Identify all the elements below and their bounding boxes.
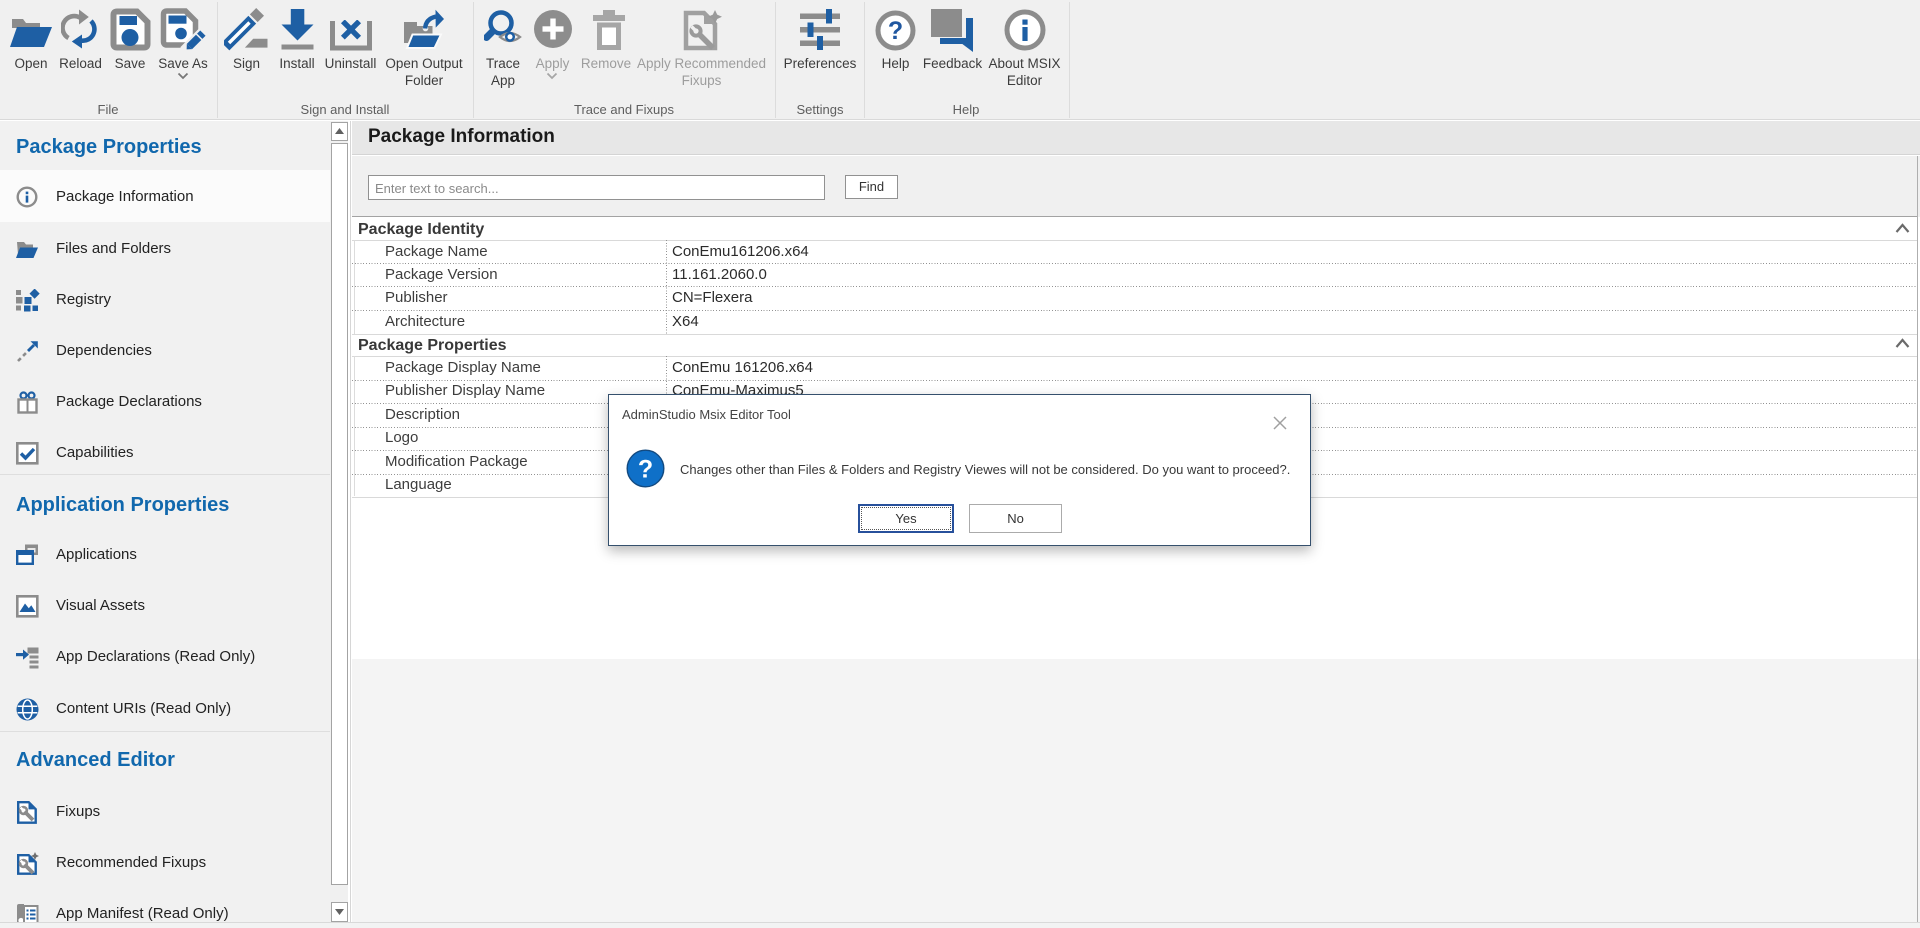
svg-text:?: ?: [888, 17, 903, 45]
svg-text:?: ?: [638, 456, 653, 484]
